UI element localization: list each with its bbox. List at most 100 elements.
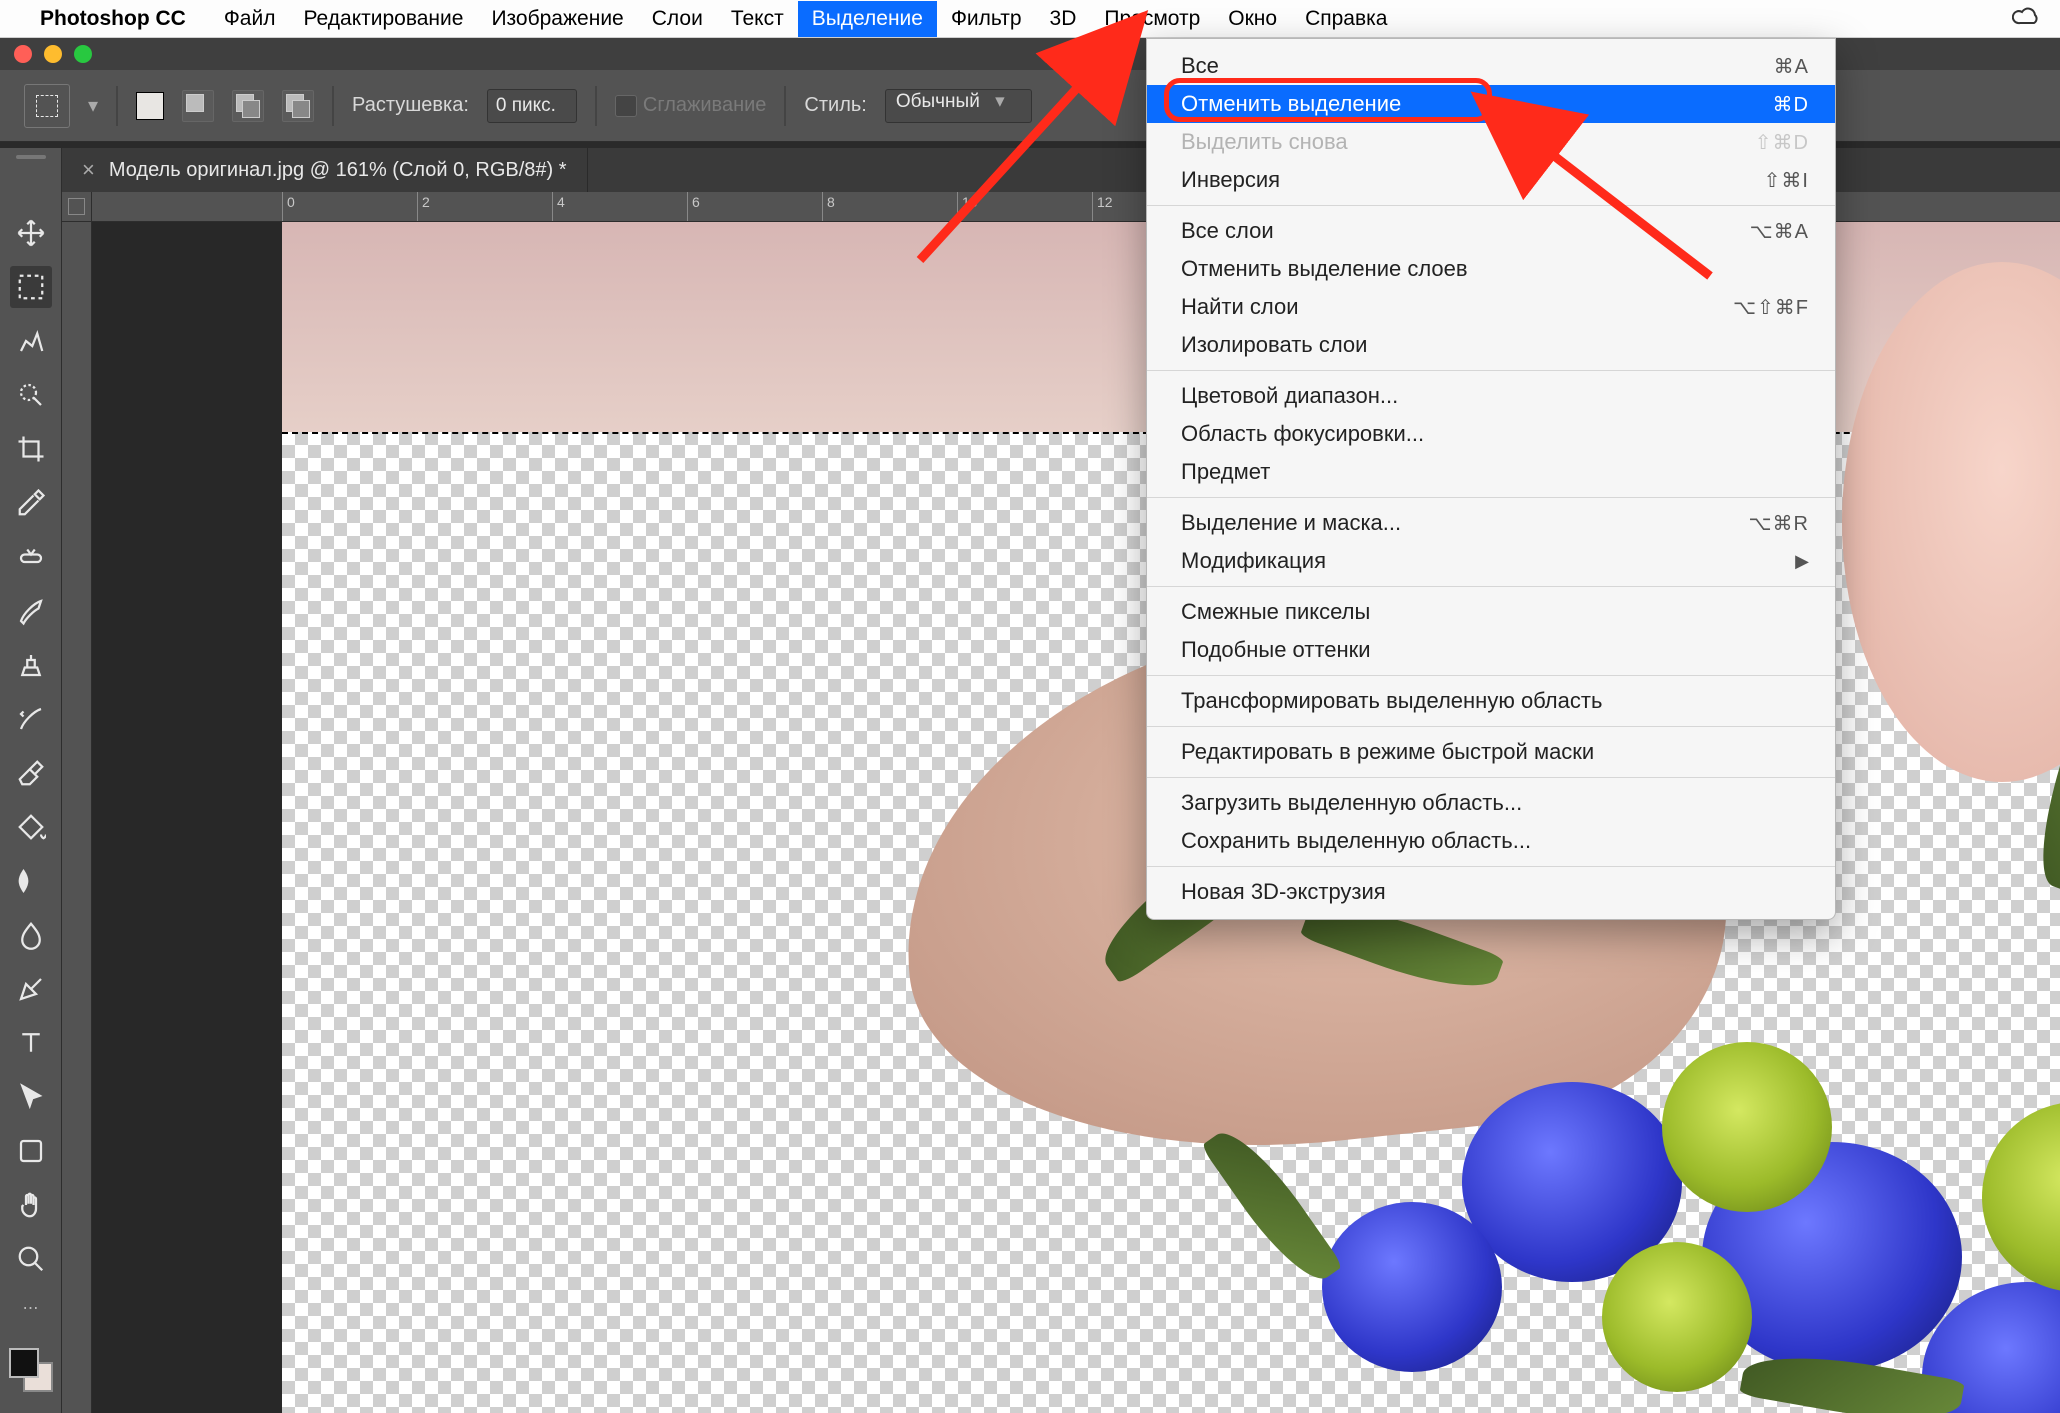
menu-help[interactable]: Справка — [1291, 1, 1401, 37]
cloud-icon[interactable] — [2012, 5, 2042, 33]
menu-item-label: Смежные пикселы — [1181, 599, 1370, 625]
menu-item[interactable]: Модификация ▶ — [1147, 542, 1835, 580]
menu-item-label: Инверсия — [1181, 167, 1280, 193]
menu-item-label: Отменить выделение — [1181, 91, 1401, 117]
tool-preset-picker[interactable] — [24, 84, 70, 128]
type-tool-icon[interactable] — [10, 1022, 52, 1064]
ruler-vertical[interactable] — [62, 222, 92, 1413]
history-brush-tool-icon[interactable] — [10, 698, 52, 740]
menu-item[interactable]: Область фокусировки... — [1147, 415, 1835, 453]
menu-edit[interactable]: Редактирование — [289, 1, 477, 37]
ruler-tick: 4 — [552, 192, 565, 221]
menu-item-shortcut: ⌥⇧⌘F — [1733, 295, 1809, 320]
window-close-button[interactable] — [14, 45, 32, 63]
menu-item-label: Все — [1181, 53, 1219, 79]
menu-item[interactable]: Смежные пикселы — [1147, 593, 1835, 631]
selection-mode-add[interactable] — [232, 90, 264, 122]
menu-item[interactable]: Редактировать в режиме быстрой маски — [1147, 733, 1835, 771]
window-traffic-lights — [14, 45, 92, 63]
menu-file[interactable]: Файл — [210, 1, 290, 37]
menu-item[interactable]: Цветовой диапазон... — [1147, 377, 1835, 415]
close-tab-icon[interactable]: × — [82, 157, 95, 183]
menu-item-label: Область фокусировки... — [1181, 421, 1424, 447]
menu-item[interactable]: Выделение и маска... ⌥⌘R — [1147, 504, 1835, 542]
clone-stamp-tool-icon[interactable] — [10, 644, 52, 686]
ruler-tick: 0 — [282, 192, 295, 221]
document-tab[interactable]: × Модель оригинал.jpg @ 161% (Слой 0, RG… — [62, 148, 588, 192]
menu-image[interactable]: Изображение — [477, 1, 637, 37]
move-tool-icon[interactable] — [10, 212, 52, 254]
paint-bucket-tool-icon[interactable] — [10, 806, 52, 848]
eraser-tool-icon[interactable] — [10, 752, 52, 794]
antialias-label: Сглаживание — [643, 94, 767, 116]
menu-item-label: Предмет — [1181, 459, 1270, 485]
hand-tool-icon[interactable] — [10, 1184, 52, 1226]
feather-input[interactable] — [487, 89, 577, 123]
app-name: Photoshop CC — [40, 7, 186, 31]
submenu-arrow-icon: ▶ — [1795, 551, 1809, 572]
menu-item-label: Цветовой диапазон... — [1181, 383, 1398, 409]
menu-item-label: Новая 3D-экструзия — [1181, 879, 1386, 905]
healing-brush-tool-icon[interactable] — [10, 536, 52, 578]
menu-item-shortcut: ⌘A — [1774, 54, 1809, 79]
menu-item[interactable]: Подобные оттенки — [1147, 631, 1835, 669]
menu-item-shortcut: ⇧⌘D — [1755, 130, 1809, 155]
menu-layers[interactable]: Слои — [638, 1, 717, 37]
ruler-origin[interactable] — [62, 192, 92, 222]
menu-item-label: Выделение и маска... — [1181, 510, 1401, 536]
window-zoom-button[interactable] — [74, 45, 92, 63]
window-minimize-button[interactable] — [44, 45, 62, 63]
ruler-tick: 2 — [417, 192, 430, 221]
eyedropper-tool-icon[interactable] — [10, 482, 52, 524]
menu-item-shortcut: ⌥⌘R — [1749, 511, 1810, 536]
menu-item[interactable]: Загрузить выделенную область... — [1147, 784, 1835, 822]
marquee-tool-icon[interactable] — [10, 266, 52, 308]
color-swatches[interactable] — [9, 1348, 53, 1392]
menu-item-label: Отменить выделение слоев — [1181, 256, 1468, 282]
menu-window[interactable]: Окно — [1214, 1, 1291, 37]
feather-label: Растушевка: — [352, 94, 469, 117]
shape-tool-icon[interactable] — [10, 1130, 52, 1172]
pen-tool-icon[interactable] — [10, 968, 52, 1010]
foreground-color-swatch[interactable] — [9, 1348, 39, 1378]
selection-mode-new[interactable] — [182, 90, 214, 122]
menu-item-shortcut: ⌘D — [1773, 92, 1809, 117]
gradient-tool-icon[interactable] — [10, 860, 52, 902]
menu-item[interactable]: Все ⌘A — [1147, 47, 1835, 85]
menu-text[interactable]: Текст — [717, 1, 798, 37]
ruler-tick: 6 — [687, 192, 700, 221]
toolbox-grip[interactable] — [0, 148, 61, 166]
image-flowers — [1142, 982, 2060, 1413]
menu-item-label: Все слои — [1181, 218, 1274, 244]
annotation-arrow-2 — [1480, 96, 1740, 301]
foreground-swatch[interactable] — [136, 92, 164, 120]
lasso-tool-icon[interactable] — [10, 320, 52, 362]
path-select-tool-icon[interactable] — [10, 1076, 52, 1118]
quick-select-tool-icon[interactable] — [10, 374, 52, 416]
menu-item[interactable]: Сохранить выделенную область... — [1147, 822, 1835, 860]
selection-mode-subtract[interactable] — [282, 90, 314, 122]
antialias-option: Сглаживание — [615, 94, 767, 117]
zoom-tool-icon[interactable] — [10, 1238, 52, 1280]
ruler-tick: 8 — [822, 192, 835, 221]
menu-item-label: Модификация — [1181, 548, 1326, 574]
menu-item-label: Изолировать слои — [1181, 332, 1367, 358]
menu-item[interactable]: Изолировать слои — [1147, 326, 1835, 364]
brush-tool-icon[interactable] — [10, 590, 52, 632]
menu-item-shortcut: ⇧⌘I — [1764, 168, 1809, 193]
menu-item-label: Выделить снова — [1181, 129, 1348, 155]
menu-item-label: Найти слои — [1181, 294, 1299, 320]
blur-tool-icon[interactable] — [10, 914, 52, 956]
menu-item[interactable]: Новая 3D-экструзия — [1147, 873, 1835, 911]
menu-item-label: Подобные оттенки — [1181, 637, 1371, 663]
annotation-arrow-1 — [900, 20, 1160, 285]
menu-item-shortcut: ⌥⌘A — [1750, 219, 1809, 244]
menu-item-label: Загрузить выделенную область... — [1181, 790, 1522, 816]
menu-item-label: Трансформировать выделенную область — [1181, 688, 1602, 714]
menu-item[interactable]: Трансформировать выделенную область — [1147, 682, 1835, 720]
crop-tool-icon[interactable] — [10, 428, 52, 470]
menu-item-label: Редактировать в режиме быстрой маски — [1181, 739, 1594, 765]
menu-item[interactable]: Предмет — [1147, 453, 1835, 491]
document-tab-title: Модель оригинал.jpg @ 161% (Слой 0, RGB/… — [109, 159, 567, 182]
style-label: Стиль: — [804, 94, 866, 117]
